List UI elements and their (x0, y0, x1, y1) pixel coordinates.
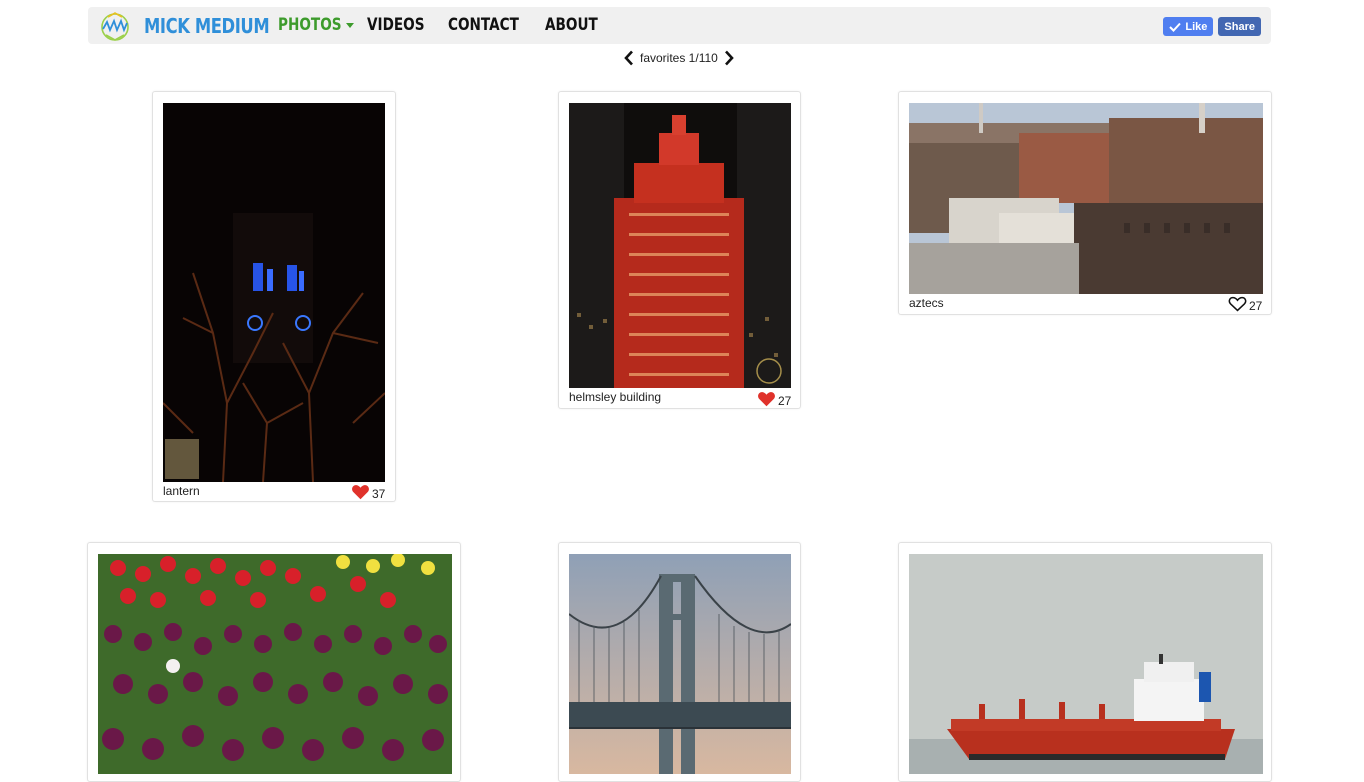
nav-contact[interactable]: CONTACT (448, 15, 519, 35)
tulips-photo-image (98, 554, 452, 774)
brand-name: MICK MEDIUM (144, 14, 270, 38)
photo-thumbnail[interactable] (163, 103, 385, 482)
checkmark-icon (1169, 22, 1182, 32)
photo-caption: aztecs (909, 296, 944, 310)
facebook-like-label: Like (1185, 20, 1208, 33)
photo-thumbnail[interactable] (909, 103, 1263, 294)
photo-thumbnail[interactable] (569, 554, 791, 774)
facebook-share-button[interactable]: Share (1218, 17, 1261, 36)
chevron-right-icon (724, 50, 734, 66)
next-page-button[interactable] (722, 48, 736, 68)
nav-about[interactable]: ABOUT (545, 15, 598, 35)
photo-card[interactable] (898, 542, 1272, 782)
gallery-pager: favorites 1/110 (622, 48, 736, 68)
like-counter[interactable]: 27 (757, 390, 791, 408)
main-nav: PHOTOS VIDEOS CONTACT ABOUT (278, 15, 612, 35)
facebook-like-button[interactable]: Like (1163, 17, 1214, 36)
heart-outline-icon (1228, 296, 1247, 312)
caret-down-icon (346, 22, 355, 28)
photo-thumbnail[interactable] (909, 554, 1263, 774)
pager-status: favorites 1/110 (640, 51, 718, 65)
bridge-photo-image (569, 554, 791, 774)
nav-photos-label: PHOTOS (278, 15, 342, 35)
mick-medium-logo-icon (101, 12, 129, 41)
chevron-left-icon (624, 50, 633, 66)
like-counter[interactable]: 27 (1228, 295, 1262, 313)
like-count: 27 (778, 394, 792, 408)
lantern-photo-image (163, 103, 385, 482)
top-navbar: MICK MEDIUM PHOTOS VIDEOS CONTACT ABOUT … (88, 7, 1271, 44)
nav-videos[interactable]: VIDEOS (367, 15, 425, 35)
photo-thumbnail[interactable] (569, 103, 791, 388)
photo-card[interactable] (558, 542, 801, 782)
ship-photo-image (909, 554, 1263, 774)
photo-thumbnail[interactable] (98, 554, 452, 774)
heart-filled-icon (352, 485, 369, 500)
photo-caption: helmsley building (569, 390, 662, 404)
photo-card[interactable] (87, 542, 461, 782)
heart-filled-icon (758, 392, 775, 407)
photo-caption: lantern (163, 484, 200, 498)
helmsley-building-photo-image (569, 103, 791, 388)
previous-page-button[interactable] (622, 48, 636, 68)
photo-card[interactable]: helmsley building 27 (558, 91, 801, 409)
nav-photos[interactable]: PHOTOS (278, 15, 355, 35)
like-count: 37 (372, 487, 386, 501)
like-counter[interactable]: 37 (351, 483, 385, 501)
photo-card[interactable]: lantern 37 (152, 91, 396, 502)
like-count: 27 (1249, 299, 1263, 313)
photo-card[interactable]: aztecs 27 (898, 91, 1272, 315)
aztecs-rooftops-photo-image (909, 103, 1263, 294)
brand-link[interactable]: MICK MEDIUM (98, 9, 297, 43)
facebook-share-label: Share (1224, 20, 1255, 33)
facebook-buttons: Like Share (1158, 17, 1261, 36)
